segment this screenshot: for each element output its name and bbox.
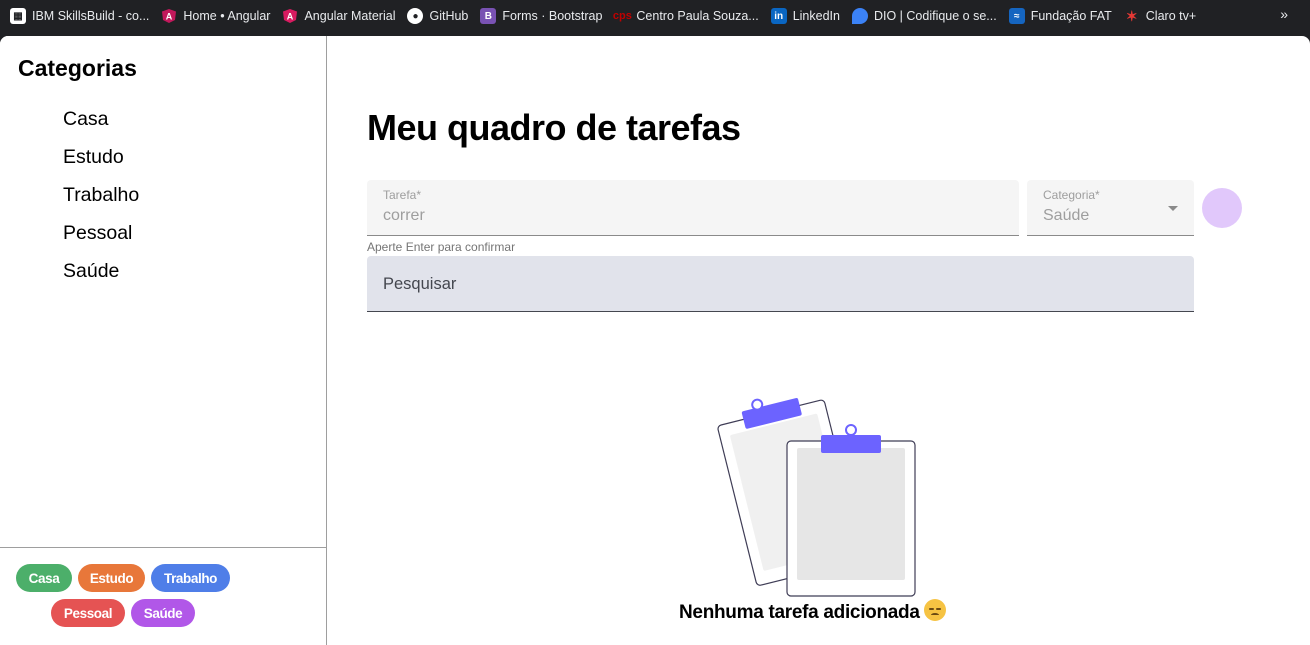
more-bookmarks-icon[interactable]: »	[1280, 6, 1288, 22]
dropdown-arrow-icon	[1168, 206, 1178, 211]
github-icon: ●	[407, 8, 424, 24]
task-input-label: Tarefa*	[383, 188, 422, 202]
chip-estudo[interactable]: Estudo	[78, 564, 145, 592]
sidebar-title: Categorias	[18, 55, 137, 81]
category-select-label: Categoria*	[1043, 188, 1100, 202]
bookmark-label: Forms · Bootstrap	[502, 9, 603, 23]
bookmark-linkedin[interactable]: in LinkedIn	[770, 0, 840, 32]
bookmark-ibm[interactable]: ▦ IBM SkillsBuild - co...	[10, 0, 149, 32]
sidebar-item-trabalho[interactable]: Trabalho	[63, 182, 139, 220]
bookmark-bootstrap[interactable]: B Forms · Bootstrap	[480, 0, 602, 32]
add-task-button[interactable]	[1202, 188, 1242, 228]
bookmark-label: Home • Angular	[183, 9, 271, 23]
bookmark-github[interactable]: ● GitHub	[407, 0, 468, 32]
ibm-icon: ▦	[10, 8, 26, 24]
bookmark-label: Claro tv+	[1145, 9, 1197, 23]
svg-text:A: A	[166, 12, 173, 22]
category-select[interactable]: Categoria* Saúde	[1027, 180, 1194, 236]
main-content: Meu quadro de tarefas Tarefa* correr Cat…	[327, 36, 1310, 645]
sidebar-item-pessoal[interactable]: Pessoal	[63, 220, 139, 258]
page-title: Meu quadro de tarefas	[367, 107, 741, 148]
bookmark-label: GitHub	[429, 9, 469, 23]
task-input[interactable]: Tarefa* correr	[367, 180, 1019, 236]
claro-icon: ✶	[1125, 7, 1138, 24]
bookmarks-bar: ▦ IBM SkillsBuild - co... A Home • Angul…	[0, 0, 1310, 32]
sidebar-item-estudo[interactable]: Estudo	[63, 144, 139, 182]
bookmark-label: Angular Material	[304, 9, 396, 23]
app-window: Categorias Casa Estudo Trabalho Pessoal …	[0, 36, 1310, 645]
category-list: Casa Estudo Trabalho Pessoal Saúde	[63, 106, 139, 296]
empty-state-text: Nenhuma tarefa adicionada	[679, 602, 920, 623]
search-placeholder: Pesquisar	[383, 275, 457, 293]
bookmark-label: LinkedIn	[792, 9, 840, 23]
empty-state-message: Nenhuma tarefa adicionada	[679, 599, 946, 624]
sidebar-item-saude[interactable]: Saúde	[63, 258, 139, 296]
bookmark-dio[interactable]: DIO | Codifique o se...	[851, 0, 997, 32]
chip-saude[interactable]: Saúde	[131, 599, 195, 627]
bookmark-label: IBM SkillsBuild - co...	[32, 9, 150, 23]
empty-clipboards-illustration	[717, 391, 917, 606]
bookmark-angular-home[interactable]: A Home • Angular	[161, 0, 270, 32]
sidebar-item-casa[interactable]: Casa	[63, 106, 139, 144]
bookmark-fundacao-fat[interactable]: ≈ Fundação FAT	[1008, 0, 1112, 32]
linkedin-icon: in	[770, 8, 787, 24]
angular-icon: A	[161, 8, 177, 24]
category-select-value: Saúde	[1043, 207, 1090, 224]
chip-trabalho[interactable]: Trabalho	[151, 564, 230, 592]
enter-hint: Aperte Enter para confirmar	[367, 240, 516, 254]
bookmark-claro-tv[interactable]: ✶ Claro tv+	[1124, 0, 1196, 32]
bookmark-angular-material[interactable]: A Angular Material	[282, 0, 395, 32]
sad-face-icon	[923, 599, 946, 621]
chip-pessoal[interactable]: Pessoal	[51, 599, 125, 627]
fat-icon: ≈	[1008, 8, 1025, 24]
bookmark-label: Centro Paula Souza...	[636, 9, 759, 23]
cps-icon: cps	[612, 10, 632, 22]
svg-text:A: A	[287, 12, 294, 22]
sidebar-divider	[0, 547, 327, 548]
sidebar: Categorias Casa Estudo Trabalho Pessoal …	[0, 36, 327, 645]
bookmark-label: Fundação FAT	[1030, 9, 1112, 23]
dio-icon	[851, 8, 868, 24]
search-input[interactable]: Pesquisar	[367, 256, 1194, 312]
angular-material-icon: A	[282, 8, 298, 24]
task-input-value: correr	[383, 207, 425, 224]
bootstrap-icon: B	[480, 8, 497, 24]
bookmark-label: DIO | Codifique o se...	[873, 9, 997, 23]
chip-casa[interactable]: Casa	[16, 564, 72, 592]
bookmark-centro-paula-souza[interactable]: cps Centro Paula Souza...	[612, 0, 759, 32]
